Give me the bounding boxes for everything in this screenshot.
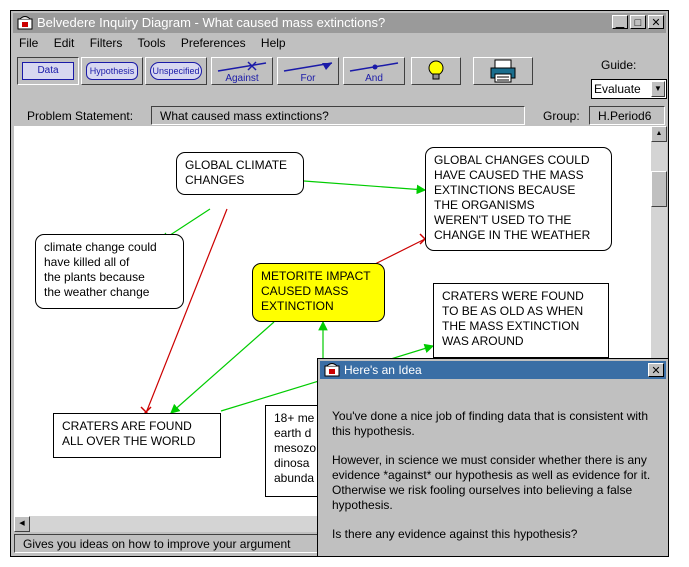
minimize-icon: ▁: [615, 17, 625, 29]
close-button[interactable]: ✕: [648, 15, 664, 29]
close-icon: ✕: [651, 365, 661, 377]
data-node[interactable]: CRATERS WERE FOUND TO BE AS OLD AS WHEN …: [433, 283, 609, 358]
guide-label: Guide:: [601, 58, 637, 72]
group-field[interactable]: H.Period6: [589, 106, 665, 125]
app-icon: [17, 16, 33, 30]
data-node[interactable]: CRATERS ARE FOUND ALL OVER THE WORLD: [53, 413, 221, 458]
status-bar: Gives you ideas on how to improve your a…: [14, 534, 354, 553]
node-text: THE MASS EXTINCTION: [442, 319, 580, 333]
hypothesis-node[interactable]: GLOBAL CLIMATE CHANGES: [176, 152, 304, 195]
title-bar: Belvedere Inquiry Diagram - What caused …: [13, 13, 666, 33]
close-icon: ✕: [651, 17, 661, 29]
menu-preferences[interactable]: Preferences: [181, 36, 246, 50]
against-link-button[interactable]: Against: [211, 57, 273, 85]
node-text: have killed all of: [44, 255, 130, 269]
scroll-thumb[interactable]: [651, 171, 667, 207]
dialog-body: You've done a nice job of finding data t…: [332, 409, 660, 556]
hypothesis-node-selected[interactable]: METORITE IMPACT CAUSED MASS EXTINCTION: [252, 263, 385, 322]
dialog-paragraph: You've done a nice job of finding data t…: [332, 409, 649, 438]
node-text: climate change could: [44, 240, 157, 254]
and-link-button[interactable]: And: [343, 57, 405, 85]
node-text: THE ORGANISMS: [434, 198, 535, 212]
scroll-left-icon[interactable]: ◀: [14, 516, 30, 532]
for-link-label: For: [300, 73, 316, 84]
node-text: WEREN'T USED TO THE: [434, 213, 572, 227]
idea-dialog: Here's an Idea ✕ You've done a nice job …: [317, 358, 669, 557]
maximize-button[interactable]: □: [630, 15, 646, 29]
node-text: CHANGES: [185, 173, 245, 187]
node-text: CAUSED MASS: [261, 284, 349, 298]
menu-bar: File Edit Filters Tools Preferences Help: [19, 36, 298, 54]
guide-value: Evaluate: [594, 82, 641, 96]
dialog-title-bar: Here's an Idea ✕: [320, 361, 666, 379]
problem-statement-field[interactable]: What caused mass extinctions?: [151, 106, 525, 125]
node-text: CRATERS ARE FOUND: [62, 419, 192, 433]
node-text: WAS AROUND: [442, 334, 524, 348]
hypothesis-node[interactable]: climate change could have killed all of …: [35, 234, 184, 309]
node-text: EXTINCTION: [261, 299, 334, 313]
against-link-icon: [217, 61, 267, 72]
and-link-icon: [349, 62, 399, 72]
menu-filters[interactable]: Filters: [90, 36, 123, 50]
hypothesis-button-label: Hypothesis: [86, 62, 138, 80]
app-icon: [324, 363, 340, 377]
idea-button[interactable]: [411, 57, 461, 85]
dialog-paragraph: Is there any evidence against this hypot…: [332, 527, 578, 541]
guide-select[interactable]: Evaluate ▼: [591, 79, 667, 99]
node-text: ALL OVER THE WORLD: [62, 434, 196, 448]
node-text: CHANGE IN THE WEATHER: [434, 228, 591, 242]
menu-help[interactable]: Help: [261, 36, 286, 50]
minimize-button[interactable]: ▁: [612, 15, 628, 29]
hypothesis-button[interactable]: Hypothesis: [81, 57, 143, 85]
for-link[interactable]: [303, 180, 427, 195]
group-label: Group:: [543, 109, 580, 123]
unspecified-button[interactable]: Unspecified: [145, 57, 207, 85]
node-text: GLOBAL CLIMATE: [185, 158, 288, 172]
menu-tools[interactable]: Tools: [138, 36, 166, 50]
node-text: HAVE CAUSED THE MASS: [434, 168, 584, 182]
node-text: METORITE IMPACT: [261, 269, 371, 283]
node-text: TO BE AS OLD AS WHEN: [442, 304, 584, 318]
menu-file[interactable]: File: [19, 36, 38, 50]
for-link-button[interactable]: For: [277, 57, 339, 85]
unspecified-button-label: Unspecified: [150, 62, 202, 80]
chevron-down-icon[interactable]: ▼: [651, 81, 665, 97]
dialog-close-button[interactable]: ✕: [648, 363, 664, 377]
node-text: EXTINCTIONS BECAUSE: [434, 183, 576, 197]
node-text: GLOBAL CHANGES COULD: [434, 153, 590, 167]
dialog-paragraph: However, in science we must consider whe…: [332, 453, 651, 512]
node-text: the plants because: [44, 270, 145, 284]
against-link-label: Against: [225, 73, 259, 84]
data-button[interactable]: Data: [17, 57, 79, 85]
menu-edit[interactable]: Edit: [54, 36, 75, 50]
for-link-icon: [283, 62, 333, 72]
lightbulb-icon: [428, 60, 444, 80]
printer-icon: [490, 59, 516, 83]
horizontal-scrollbar[interactable]: ◀: [14, 516, 344, 532]
print-button[interactable]: [473, 57, 533, 85]
problem-statement-label: Problem Statement:: [27, 109, 134, 123]
node-text: the weather change: [44, 285, 150, 299]
and-link-label: And: [365, 73, 383, 84]
node-text: CRATERS WERE FOUND: [442, 289, 584, 303]
scroll-up-icon[interactable]: ▲: [651, 126, 667, 142]
window-title: Belvedere Inquiry Diagram - What caused …: [37, 15, 386, 30]
hypothesis-node[interactable]: GLOBAL CHANGES COULD HAVE CAUSED THE MAS…: [425, 147, 612, 251]
maximize-icon: □: [634, 17, 642, 29]
data-button-label: Data: [22, 62, 74, 80]
dialog-title: Here's an Idea: [344, 363, 422, 377]
